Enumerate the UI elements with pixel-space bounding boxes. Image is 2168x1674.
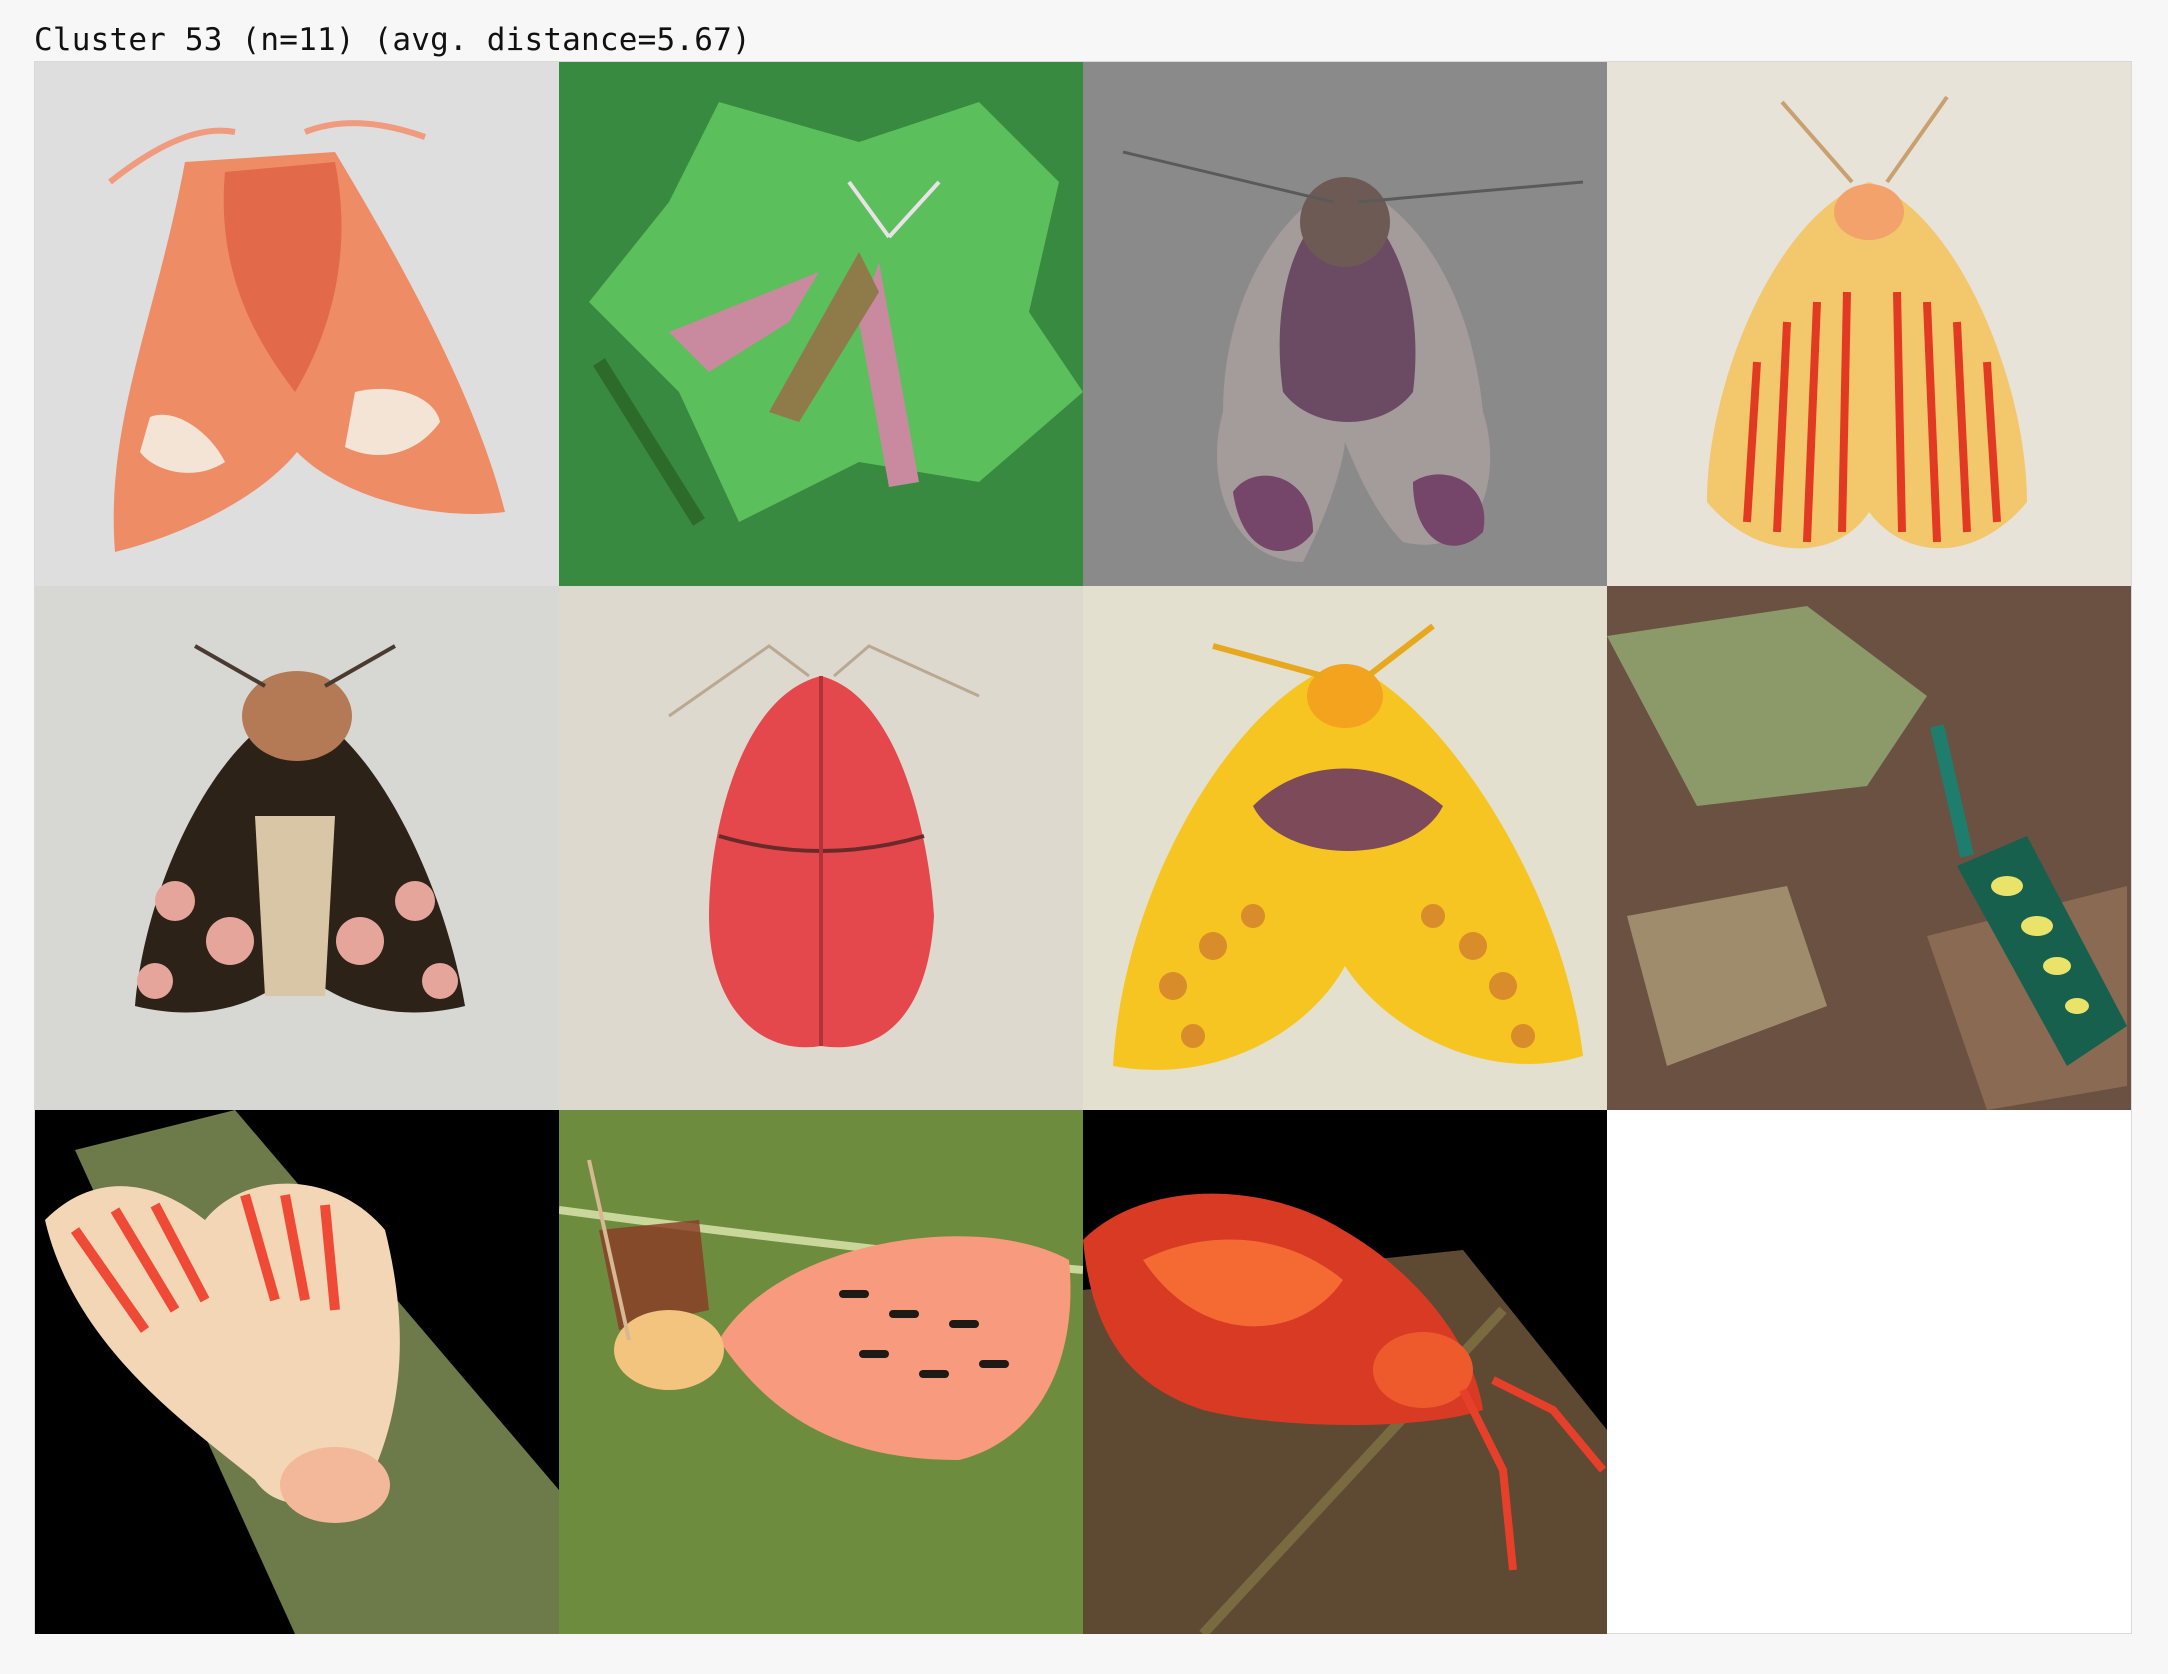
- moth-image-7[interactable]: [1083, 586, 1607, 1110]
- moth-image-11[interactable]: [1083, 1110, 1607, 1634]
- moth-image-2[interactable]: [559, 62, 1083, 586]
- moth-image-11-graphic: [1083, 1110, 1607, 1634]
- moth-image-10[interactable]: [559, 1110, 1083, 1634]
- moth-image-7-graphic: [1083, 586, 1607, 1110]
- moth-image-4[interactable]: [1607, 62, 2131, 586]
- moth-image-3-graphic: [1083, 62, 1607, 586]
- moth-image-6-graphic: [559, 586, 1083, 1110]
- moth-image-2-graphic: [559, 62, 1083, 586]
- moth-image-9[interactable]: [35, 1110, 559, 1634]
- moth-image-1-graphic: [35, 62, 559, 586]
- moth-image-5[interactable]: [35, 586, 559, 1110]
- moth-image-6[interactable]: [559, 586, 1083, 1110]
- cluster-title: Cluster 53 (n=11) (avg. distance=5.67): [34, 22, 751, 58]
- image-grid: [34, 61, 2132, 1634]
- moth-image-9-graphic: [35, 1110, 559, 1634]
- moth-image-5-graphic: [35, 586, 559, 1110]
- insect-image-8-graphic: [1607, 586, 2131, 1110]
- moth-image-10-graphic: [559, 1110, 1083, 1634]
- moth-image-1[interactable]: [35, 62, 559, 586]
- moth-image-3[interactable]: [1083, 62, 1607, 586]
- moth-image-4-graphic: [1607, 62, 2131, 586]
- insect-image-8[interactable]: [1607, 586, 2131, 1110]
